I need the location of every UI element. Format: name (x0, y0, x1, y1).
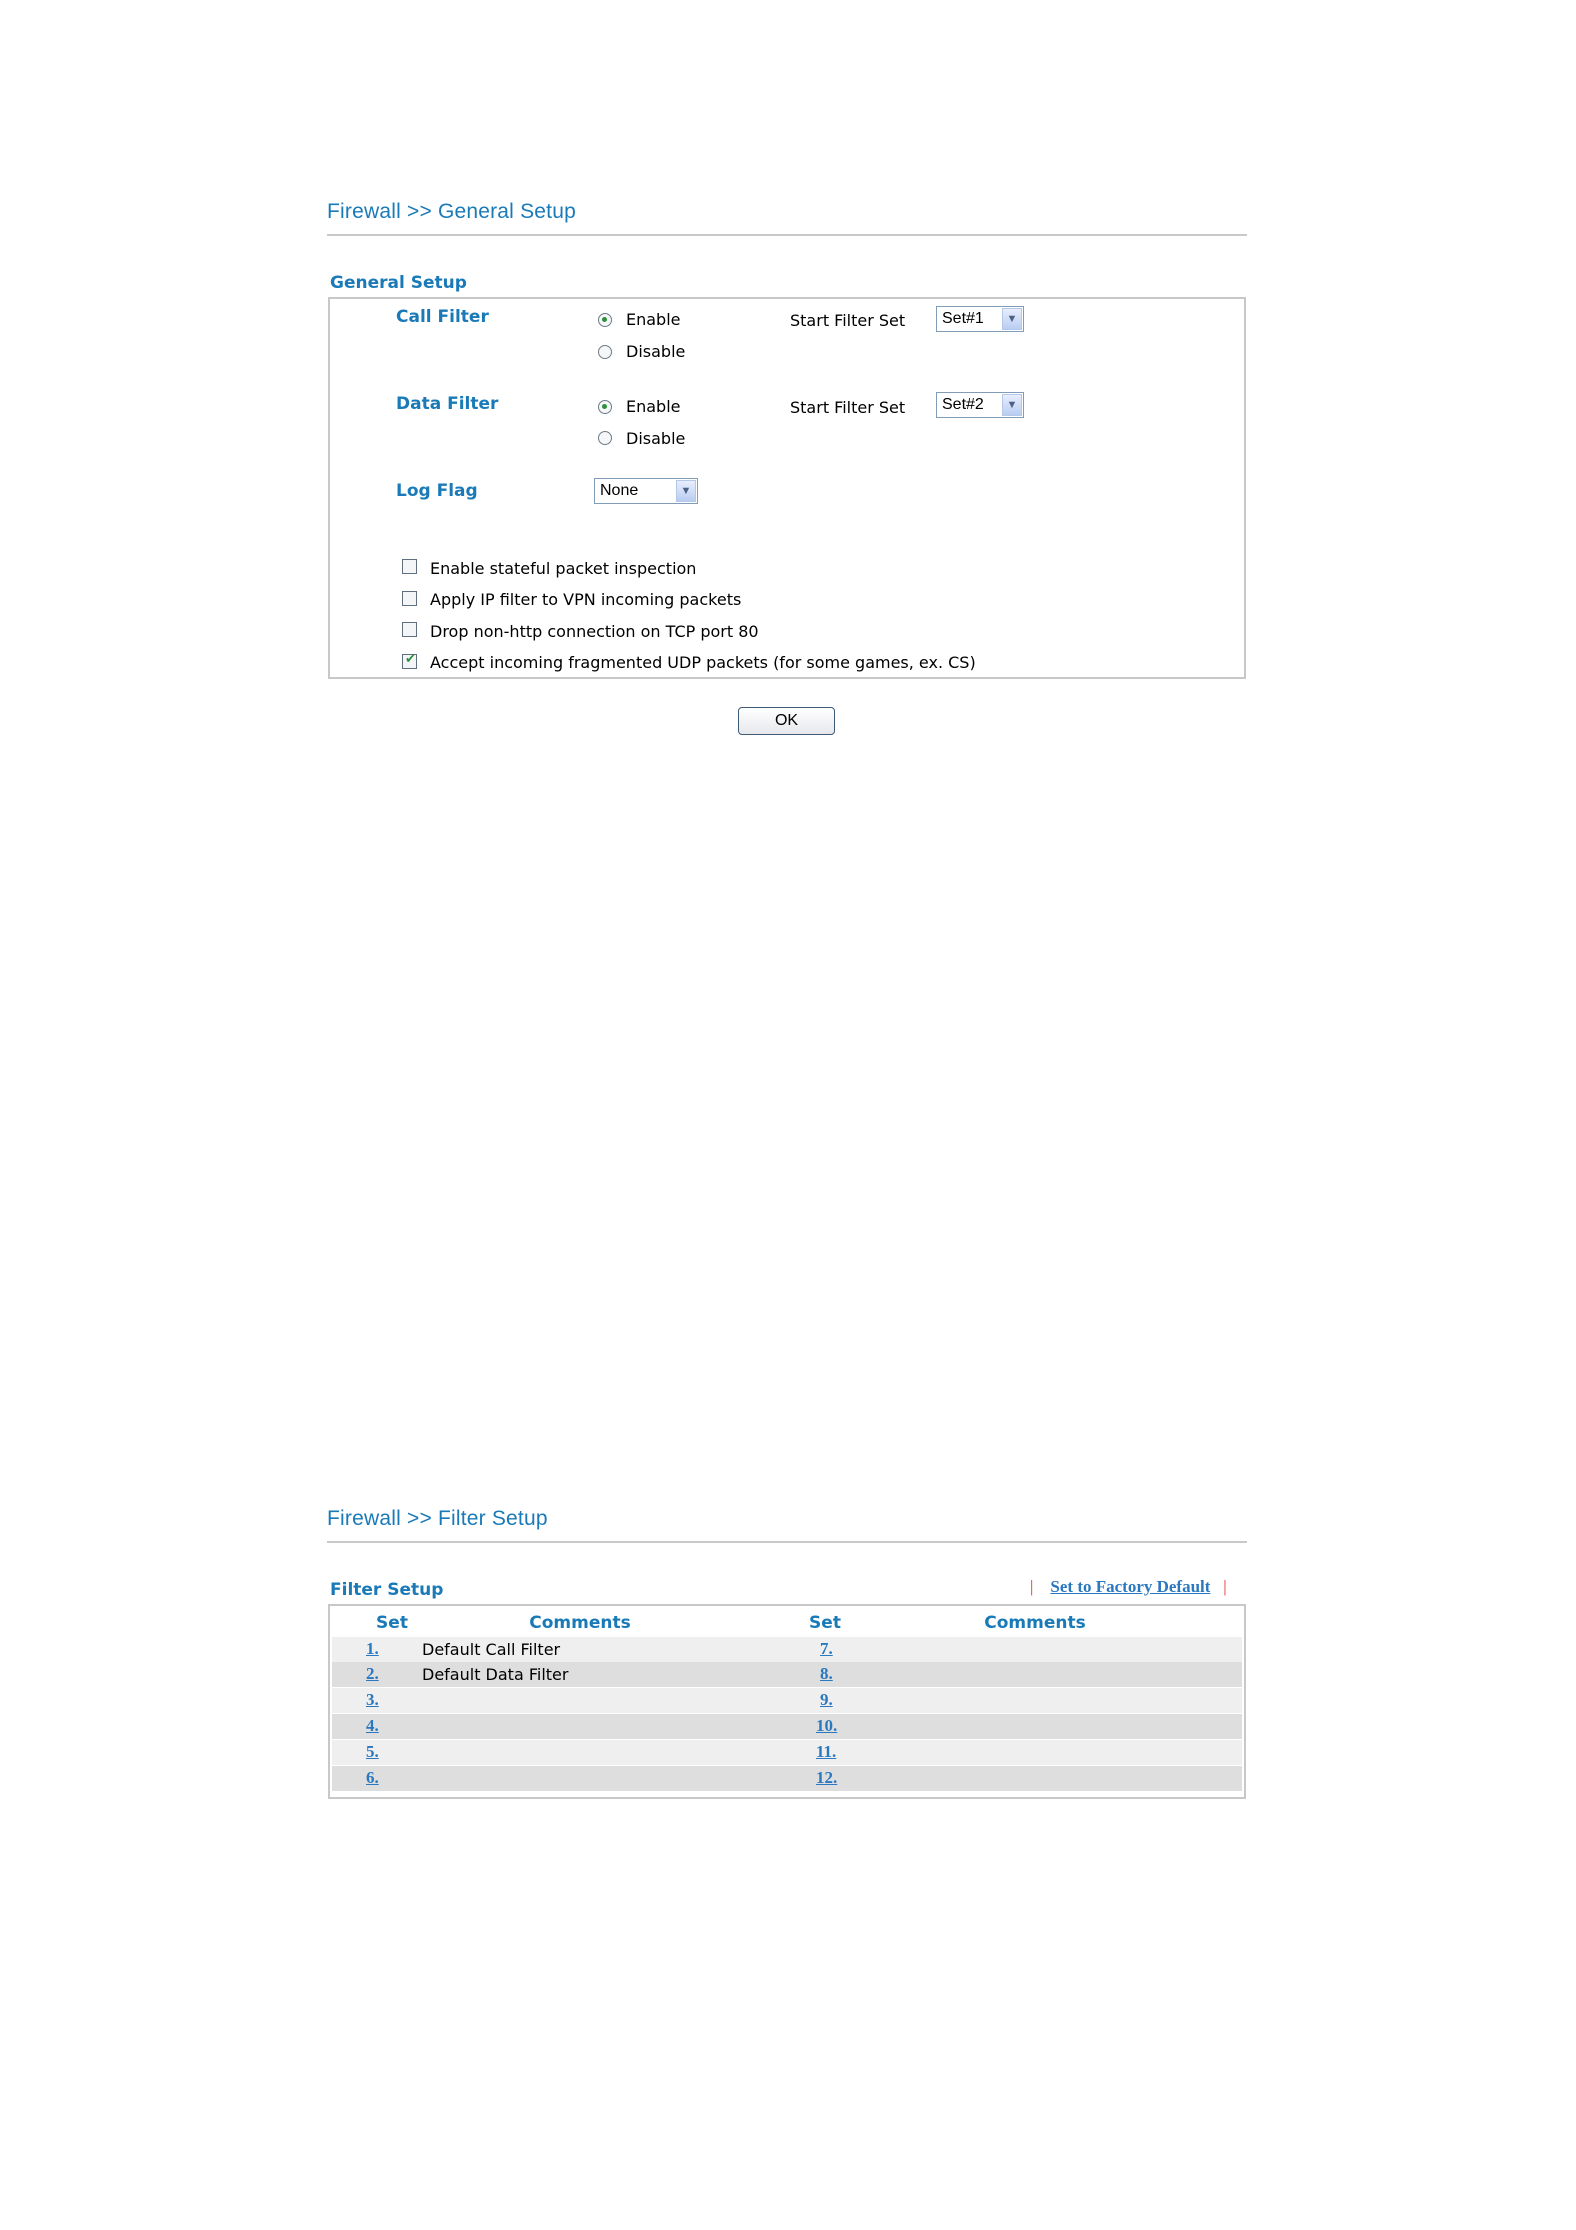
data-filter-start-set-select[interactable]: Set#2 ▼ (936, 392, 1024, 418)
call-filter-start-set-select[interactable]: Set#1 ▼ (936, 306, 1024, 332)
general-page-title: Firewall >> General Setup (327, 200, 576, 223)
data-filter-label: Data Filter (396, 394, 499, 414)
table-row: 5. 11. (332, 1740, 1242, 1765)
select-value: None (600, 482, 639, 499)
table-row: 4. 10. (332, 1714, 1242, 1739)
set-comment-2: Default Data Filter (422, 1665, 569, 1684)
data-filter-disable-label: Disable (626, 429, 686, 448)
table-row: 6. 12. (332, 1766, 1242, 1791)
fragmented-udp-checkbox[interactable]: ✔ (402, 652, 417, 669)
set-link-9[interactable]: 9. (820, 1690, 833, 1710)
vpn-ip-filter-label: Apply IP filter to VPN incoming packets (430, 590, 742, 609)
set-link-1[interactable]: 1. (366, 1639, 379, 1659)
filter-section-label: Filter Setup (330, 1580, 444, 1600)
call-filter-disable-radio[interactable] (598, 345, 612, 359)
set-link-8[interactable]: 8. (820, 1664, 833, 1684)
set-link-6[interactable]: 6. (366, 1768, 379, 1788)
stateful-inspection-checkbox[interactable] (402, 559, 417, 574)
set-link-10[interactable]: 10. (816, 1716, 837, 1736)
factory-default-links: | Set to Factory Default | (1030, 1577, 1227, 1597)
call-filter-enable-label: Enable (626, 310, 681, 329)
separator-right: | (1223, 1577, 1227, 1596)
check-icon: ✔ (405, 652, 416, 667)
data-filter-start-set-label: Start Filter Set (790, 398, 906, 417)
header-comments-right: Comments (984, 1613, 1086, 1633)
select-value: Set#2 (942, 396, 984, 413)
set-link-3[interactable]: 3. (366, 1690, 379, 1710)
table-row: 1. Default Call Filter 7. (332, 1637, 1242, 1662)
chevron-down-icon: ▼ (1002, 308, 1022, 330)
data-filter-disable-radio[interactable] (598, 431, 612, 445)
call-filter-start-set-label: Start Filter Set (790, 311, 906, 330)
set-comment-1: Default Call Filter (422, 1640, 561, 1659)
set-to-factory-default-link[interactable]: Set to Factory Default (1050, 1577, 1210, 1596)
data-filter-enable-label: Enable (626, 397, 681, 416)
set-link-12[interactable]: 12. (816, 1768, 837, 1788)
header-comments-left: Comments (529, 1613, 631, 1633)
call-filter-disable-label: Disable (626, 342, 686, 361)
ok-button[interactable]: OK (738, 707, 835, 735)
drop-non-http-label: Drop non-http connection on TCP port 80 (430, 622, 759, 641)
data-filter-enable-radio[interactable] (598, 400, 612, 414)
set-link-2[interactable]: 2. (366, 1664, 379, 1684)
chevron-down-icon: ▼ (1002, 394, 1022, 416)
select-value: Set#1 (942, 310, 984, 327)
header-set-right: Set (809, 1613, 841, 1633)
set-link-7[interactable]: 7. (820, 1639, 833, 1659)
log-flag-label: Log Flag (396, 481, 478, 501)
call-filter-label: Call Filter (396, 307, 489, 327)
general-title-rule (327, 234, 1247, 236)
stateful-inspection-label: Enable stateful packet inspection (430, 559, 697, 578)
chevron-down-icon: ▼ (676, 480, 696, 502)
radio-selected-dot (602, 404, 607, 409)
header-set-left: Set (376, 1613, 408, 1633)
separator-left: | (1030, 1577, 1034, 1596)
drop-non-http-checkbox[interactable] (402, 622, 417, 637)
call-filter-enable-radio[interactable] (598, 313, 612, 327)
log-flag-select[interactable]: None ▼ (594, 478, 698, 504)
set-link-5[interactable]: 5. (366, 1742, 379, 1762)
filter-page-title: Firewall >> Filter Setup (327, 1507, 548, 1530)
set-link-11[interactable]: 11. (816, 1742, 836, 1762)
vpn-ip-filter-checkbox[interactable] (402, 591, 417, 606)
set-link-4[interactable]: 4. (366, 1716, 379, 1736)
fragmented-udp-label: Accept incoming fragmented UDP packets (… (430, 653, 976, 672)
radio-selected-dot (602, 317, 607, 322)
filter-title-rule (327, 1541, 1247, 1543)
table-row: 2. Default Data Filter 8. (332, 1662, 1242, 1687)
table-row: 3. 9. (332, 1688, 1242, 1713)
general-section-label: General Setup (330, 273, 467, 293)
